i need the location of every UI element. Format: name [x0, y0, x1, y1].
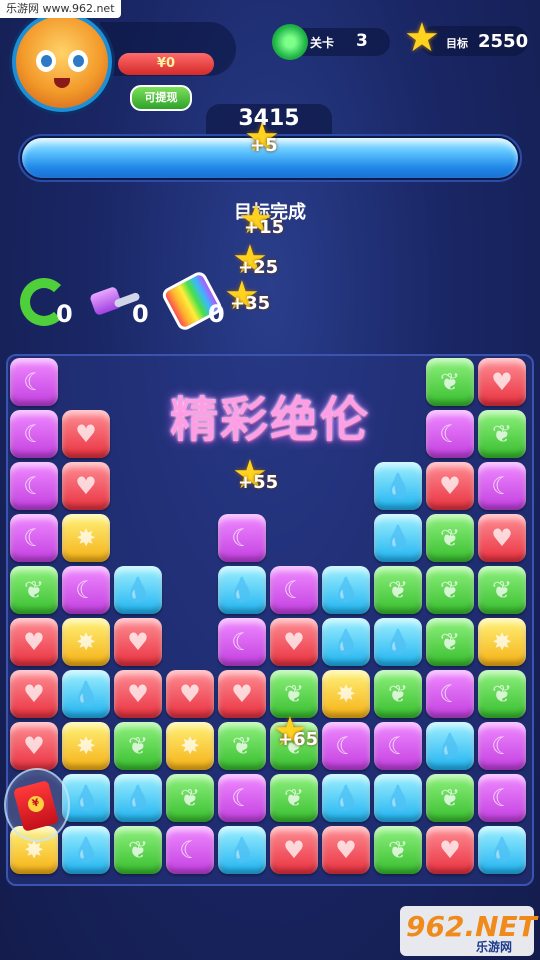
avatar-mouth: [54, 78, 70, 88]
tile-red[interactable]: ♥: [114, 618, 162, 666]
score-pop-text: +65: [278, 729, 319, 750]
tile-green[interactable]: ❦: [374, 670, 422, 718]
tile-green[interactable]: ❦: [426, 566, 474, 614]
tile-green[interactable]: ❦: [426, 774, 474, 822]
tile-red[interactable]: ♥: [270, 618, 318, 666]
tile-red[interactable]: ♥: [478, 514, 526, 562]
tile-yellow[interactable]: ✸: [478, 618, 526, 666]
tile-purple[interactable]: ☾: [218, 514, 266, 562]
tile-blue[interactable]: 💧: [426, 722, 474, 770]
tile-blue[interactable]: 💧: [322, 774, 370, 822]
tile-green[interactable]: ❦: [270, 774, 318, 822]
goal-value: 2550: [478, 31, 529, 52]
score-pop-text: +55: [238, 472, 279, 493]
tile-blue[interactable]: 💧: [114, 566, 162, 614]
avatar-eye-right: [68, 50, 88, 72]
hammer-count: 0: [132, 300, 149, 328]
tile-red[interactable]: ♥: [426, 826, 474, 874]
tile-purple[interactable]: ☾: [218, 774, 266, 822]
tile-blue[interactable]: 💧: [114, 774, 162, 822]
site-logo-text: 962.NET: [406, 910, 537, 943]
tile-blue[interactable]: 💧: [218, 826, 266, 874]
tile-red[interactable]: ♥: [10, 722, 58, 770]
combo-banner: 精彩绝伦: [169, 392, 370, 448]
tile-red[interactable]: ♥: [426, 462, 474, 510]
tile-purple[interactable]: ☾: [62, 566, 110, 614]
tile-blue[interactable]: 💧: [62, 670, 110, 718]
red-packet-button[interactable]: ¥: [4, 768, 70, 842]
rainbow-count: 0: [208, 300, 225, 328]
tile-purple[interactable]: ☾: [478, 462, 526, 510]
tile-blue[interactable]: 💧: [218, 566, 266, 614]
tile-red[interactable]: ♥: [62, 462, 110, 510]
tile-red[interactable]: ♥: [322, 826, 370, 874]
tile-purple[interactable]: ☾: [478, 774, 526, 822]
tile-blue[interactable]: 💧: [374, 618, 422, 666]
level-value: 3: [356, 31, 368, 51]
tile-purple[interactable]: ☾: [426, 670, 474, 718]
star-icon: ★: [404, 15, 440, 61]
tile-purple[interactable]: ☾: [478, 722, 526, 770]
tile-purple[interactable]: ☾: [166, 826, 214, 874]
tile-red[interactable]: ♥: [218, 670, 266, 718]
avatar-eye-left: [36, 50, 56, 72]
tile-green[interactable]: ❦: [114, 826, 162, 874]
tile-blue[interactable]: 💧: [374, 514, 422, 562]
tile-red[interactable]: ♥: [114, 670, 162, 718]
tile-blue[interactable]: 💧: [374, 774, 422, 822]
tile-blue[interactable]: 💧: [478, 826, 526, 874]
tile-red[interactable]: ♥: [270, 826, 318, 874]
score-pop-star: ★ +15: [238, 200, 284, 240]
score-pop-star: ★ +55: [232, 455, 278, 495]
tile-green[interactable]: ❦: [218, 722, 266, 770]
tile-green[interactable]: ❦: [426, 514, 474, 562]
tile-purple[interactable]: ☾: [374, 722, 422, 770]
tile-green[interactable]: ❦: [374, 566, 422, 614]
tile-blue[interactable]: 💧: [374, 462, 422, 510]
tile-purple[interactable]: ☾: [218, 618, 266, 666]
score-pop-star: ★ +65: [272, 712, 318, 752]
level-label: 关卡: [310, 36, 335, 50]
score-pop-star: ★ +35: [224, 276, 270, 316]
site-logo-subtext: 乐游网: [476, 940, 513, 954]
player-avatar[interactable]: [12, 12, 112, 112]
withdraw-button[interactable]: 可提现: [130, 85, 192, 111]
tile-blue[interactable]: 💧: [322, 618, 370, 666]
score-pop-star: ★ +5: [244, 118, 280, 158]
flower-icon: [272, 24, 308, 60]
tile-blue[interactable]: 💧: [62, 826, 110, 874]
tile-green[interactable]: ❦: [478, 670, 526, 718]
score-pop-text: +35: [230, 293, 271, 314]
tile-yellow[interactable]: ✸: [62, 514, 110, 562]
tile-green[interactable]: ❦: [374, 826, 422, 874]
tile-green[interactable]: ❦: [166, 774, 214, 822]
tile-yellow[interactable]: ✸: [322, 670, 370, 718]
tile-green[interactable]: ❦: [114, 722, 162, 770]
tile-green[interactable]: ❦: [10, 566, 58, 614]
tile-red[interactable]: ♥: [10, 618, 58, 666]
tile-green[interactable]: ❦: [478, 566, 526, 614]
tile-green[interactable]: ❦: [426, 618, 474, 666]
tile-blue[interactable]: 💧: [322, 566, 370, 614]
tile-yellow[interactable]: ✸: [166, 722, 214, 770]
tile-purple[interactable]: ☾: [270, 566, 318, 614]
money-balance: ¥0: [118, 53, 214, 75]
tile-purple[interactable]: ☾: [10, 514, 58, 562]
tile-red[interactable]: ♥: [166, 670, 214, 718]
site-watermark: 乐游网 www.962.net: [0, 0, 121, 18]
score-pop-text: +5: [250, 135, 278, 156]
tile-purple[interactable]: ☾: [10, 462, 58, 510]
goal-label: 目标: [446, 37, 468, 50]
tile-yellow[interactable]: ✸: [62, 618, 110, 666]
tile-purple[interactable]: ☾: [322, 722, 370, 770]
tile-red[interactable]: ♥: [10, 670, 58, 718]
tile-yellow[interactable]: ✸: [62, 722, 110, 770]
refresh-count: 0: [56, 300, 73, 328]
